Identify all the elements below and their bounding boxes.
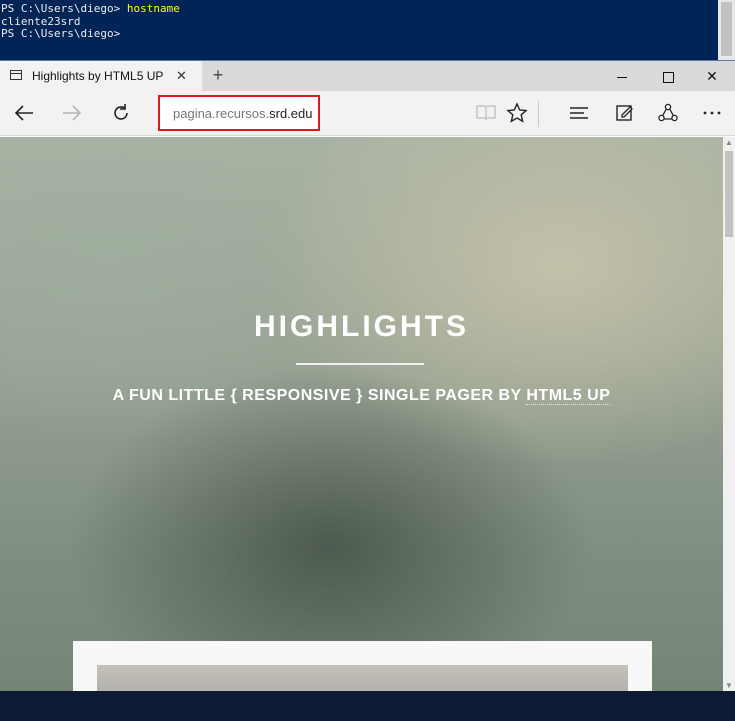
tab-active[interactable]: Highlights by HTML5 UP ✕ (0, 61, 202, 91)
console-command: hostname (126, 2, 180, 15)
tab-bar: Highlights by HTML5 UP ✕ + ✕ (0, 61, 735, 91)
more-icon (703, 111, 721, 115)
share-icon (658, 103, 678, 122)
title-divider (296, 363, 424, 365)
refresh-icon (114, 104, 128, 120)
hub-icon (570, 107, 588, 119)
tab-title: Highlights by HTML5 UP (32, 69, 164, 83)
reading-view-button[interactable] (472, 99, 500, 127)
edge-window: Highlights by HTML5 UP ✕ + ✕ pagina.recu… (0, 60, 735, 692)
console-scroll-thumb[interactable] (721, 2, 732, 56)
subtitle-text: A FUN LITTLE { RESPONSIVE } SINGLE PAGER… (112, 387, 527, 404)
minimize-button[interactable] (599, 61, 645, 91)
console-prompt-1: PS C:\Users\diego> (1, 2, 127, 15)
navigation-toolbar: pagina.recursos.srd.edu (0, 91, 735, 136)
console-prompt-2: PS C:\Users\diego> (1, 27, 121, 40)
minimize-icon (617, 76, 627, 78)
web-note-icon (616, 105, 633, 121)
forward-arrow-icon (63, 105, 82, 121)
powershell-console[interactable]: PS C:\Users\diego> hostname cliente23srd… (0, 0, 735, 60)
page-title: HIGHLIGHTS (254, 310, 469, 343)
console-result: cliente23srd (1, 14, 81, 28)
address-url-path: pagina.recursos. (173, 106, 270, 121)
address-bar[interactable]: pagina.recursos.srd.edu (158, 95, 320, 131)
taskbar (0, 691, 735, 721)
favorite-button[interactable] (503, 99, 531, 127)
forward-button[interactable] (58, 99, 86, 127)
page-viewport[interactable]: HIGHLIGHTS A FUN LITTLE { RESPONSIVE } S… (0, 137, 723, 692)
maximize-icon (662, 71, 674, 83)
hub-button[interactable] (565, 99, 593, 127)
console-output: PS C:\Users\diego> hostname cliente23srd… (1, 2, 180, 41)
close-window-button[interactable]: ✕ (689, 61, 735, 91)
share-button[interactable] (654, 99, 682, 127)
toolbar-divider (538, 101, 539, 127)
back-arrow-icon (14, 105, 33, 121)
address-url[interactable]: pagina.recursos.srd.edu (173, 106, 313, 121)
scroll-up-arrow-icon[interactable]: ▲ (723, 137, 735, 149)
maximize-button[interactable] (645, 61, 691, 91)
more-button[interactable] (698, 99, 726, 127)
card-image (97, 665, 628, 692)
page-scrollbar[interactable]: ▲ ▼ (723, 137, 735, 692)
web-note-button[interactable] (611, 99, 639, 127)
console-scrollbar[interactable] (718, 0, 735, 60)
html5up-link[interactable]: HTML5 UP (526, 387, 611, 405)
reading-view-icon (476, 105, 496, 121)
scroll-thumb[interactable] (725, 151, 733, 237)
tab-close-icon[interactable]: ✕ (176, 68, 187, 84)
content-card (73, 641, 652, 692)
refresh-button[interactable] (107, 99, 135, 127)
star-icon (506, 102, 528, 123)
tab-page-icon (10, 70, 22, 80)
address-url-domain: srd.edu (269, 106, 313, 121)
back-button[interactable] (10, 99, 38, 127)
page-subtitle: A FUN LITTLE { RESPONSIVE } SINGLE PAGER… (0, 387, 723, 405)
new-tab-button[interactable]: + (208, 65, 228, 86)
